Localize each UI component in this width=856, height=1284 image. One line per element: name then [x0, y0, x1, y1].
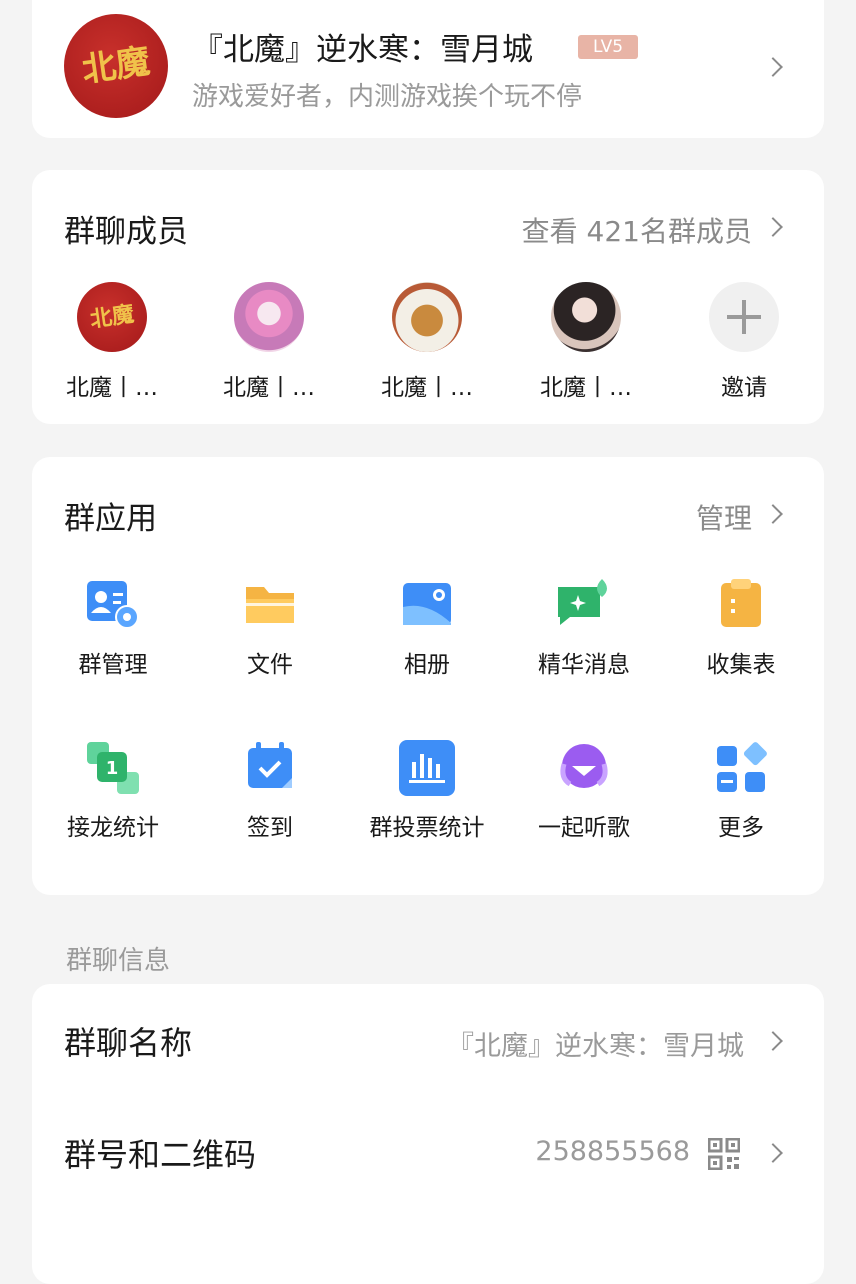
members-card: 群聊成员 查看 421名群成员 北魔 北魔丨… 北魔丨… 北魔丨… 北魔丨… 邀…	[32, 170, 824, 424]
app-label: 更多	[718, 815, 764, 841]
app-label: 一起听歌	[538, 815, 630, 841]
chevron-right-icon[interactable]	[763, 504, 783, 524]
group-number-value: 258855568	[535, 1136, 690, 1167]
photo-album-icon	[399, 577, 455, 633]
app-album[interactable]: 相册	[352, 577, 502, 679]
member-avatar-logo: 北魔	[88, 301, 136, 333]
app-label: 签到	[247, 815, 293, 841]
member-item[interactable]: 北魔丨…	[367, 282, 487, 402]
group-header-card[interactable]: 北魔 『北魔』逆水寒：雪月城 LV5 游戏爱好者，内测游戏挨个玩不停	[32, 0, 824, 138]
member-item[interactable]: 北魔丨…	[209, 282, 329, 402]
app-listen-music[interactable]: 一起听歌	[509, 740, 659, 842]
essence-message-icon	[556, 577, 612, 633]
row-label: 群聊名称	[64, 1024, 193, 1062]
app-label: 群投票统计	[369, 815, 485, 841]
app-label: 收集表	[706, 652, 776, 678]
invite-label: 邀请	[721, 375, 767, 401]
manage-apps-link[interactable]: 管理	[696, 497, 752, 537]
qr-code-icon[interactable]	[708, 1138, 740, 1170]
group-info-caption: 群聊信息	[66, 946, 171, 976]
member-avatar	[234, 282, 304, 352]
app-collection-form[interactable]: 收集表	[666, 577, 816, 679]
app-label: 群管理	[78, 652, 148, 678]
app-label: 文件	[247, 652, 293, 678]
group-number-qr-row[interactable]: 群号和二维码 258855568	[32, 1096, 824, 1208]
chevron-right-icon[interactable]	[763, 217, 783, 237]
member-item[interactable]: 北魔 北魔丨…	[52, 282, 172, 402]
view-all-members-link[interactable]: 查看 421名群成员	[522, 210, 752, 250]
app-label: 接龙统计	[67, 815, 159, 841]
member-name: 北魔丨…	[66, 375, 158, 401]
listen-music-icon	[556, 740, 612, 796]
folder-icon	[242, 577, 298, 633]
svg-text:1: 1	[106, 758, 119, 779]
app-label: 精华消息	[538, 652, 630, 678]
checkin-calendar-icon	[242, 740, 298, 796]
group-description: 游戏爱好者，内测游戏挨个玩不停	[192, 82, 583, 112]
app-vote[interactable]: 群投票统计	[352, 740, 502, 842]
vote-chart-icon	[399, 740, 455, 796]
plus-icon	[727, 300, 761, 334]
row-label: 群号和二维码	[64, 1136, 257, 1174]
app-essence[interactable]: 精华消息	[509, 577, 659, 679]
app-group-manage[interactable]: 群管理	[38, 577, 188, 679]
invite-avatar	[709, 282, 779, 352]
group-name-value: 『北魔』逆水寒：雪月城	[447, 1031, 744, 1062]
group-avatar: 北魔	[64, 14, 168, 118]
member-avatar	[392, 282, 462, 352]
group-title: 『北魔』逆水寒：雪月城	[192, 32, 533, 68]
group-manage-icon	[85, 577, 141, 633]
app-checkin[interactable]: 签到	[195, 740, 345, 842]
members-title: 群聊成员	[64, 214, 188, 250]
app-label: 相册	[404, 652, 450, 678]
group-name-row[interactable]: 群聊名称 『北魔』逆水寒：雪月城	[32, 984, 824, 1096]
invite-button[interactable]: 邀请	[684, 282, 804, 402]
member-name: 北魔丨…	[540, 375, 632, 401]
chevron-right-icon	[763, 1143, 783, 1163]
member-name: 北魔丨…	[381, 375, 473, 401]
level-badge: LV5	[578, 35, 638, 59]
clipboard-icon	[713, 577, 769, 633]
group-info-card: 群聊名称 『北魔』逆水寒：雪月城 群号和二维码 258855568	[32, 984, 824, 1284]
relay-icon: 1	[85, 740, 141, 796]
member-avatar	[551, 282, 621, 352]
member-avatar: 北魔	[77, 282, 147, 352]
app-relay[interactable]: 1 接龙统计	[38, 740, 188, 842]
group-apps-card: 群应用 管理 群管理 文件 相册 精华消息 收集表 1 接龙统计 签到 群投票统…	[32, 457, 824, 895]
member-name: 北魔丨…	[223, 375, 315, 401]
group-avatar-logo: 北魔	[79, 41, 153, 91]
app-files[interactable]: 文件	[195, 577, 345, 679]
more-apps-icon	[713, 740, 769, 796]
chevron-right-icon	[763, 57, 783, 77]
apps-title: 群应用	[64, 501, 157, 537]
member-item[interactable]: 北魔丨…	[526, 282, 646, 402]
chevron-right-icon	[763, 1031, 783, 1051]
app-more[interactable]: 更多	[666, 740, 816, 842]
